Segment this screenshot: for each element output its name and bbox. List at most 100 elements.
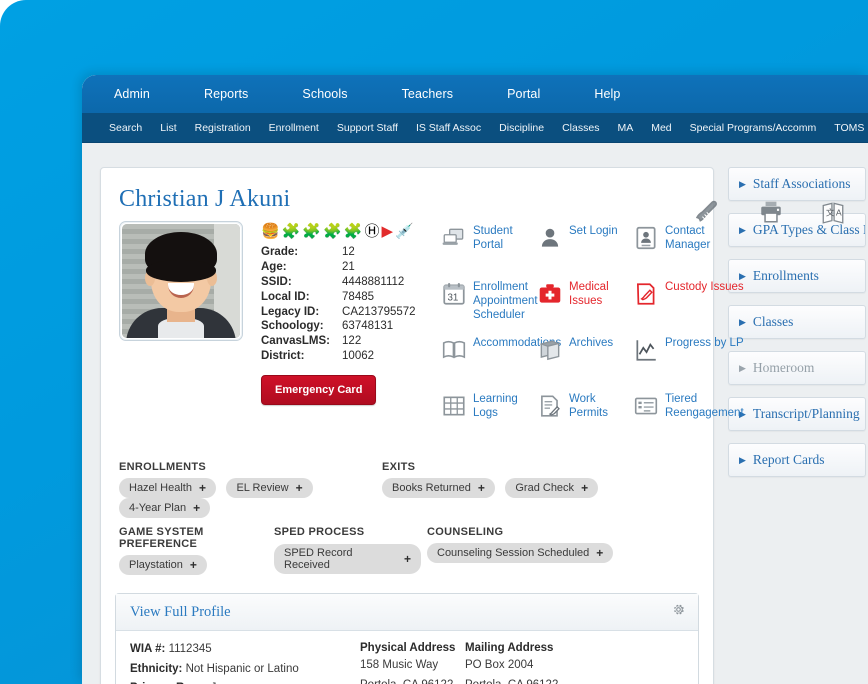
tag-add-icon[interactable]: + xyxy=(478,481,485,495)
tag-add-icon[interactable]: + xyxy=(581,481,588,495)
quick-link-archives[interactable]: Archives xyxy=(537,337,633,381)
student-photo[interactable] xyxy=(119,221,243,341)
nav-item-teachers[interactable]: Teachers xyxy=(388,87,468,101)
nav-item-schools[interactable]: Schools xyxy=(288,87,361,101)
tag-label: SPED Record Received xyxy=(284,547,353,571)
tag-group-counseling: COUNSELING Counseling Session Scheduled … xyxy=(427,518,619,575)
puzzle-red-badge[interactable]: 🧩 xyxy=(323,224,342,239)
progress-chart-icon xyxy=(633,337,659,363)
tag-add-icon[interactable]: + xyxy=(404,552,411,566)
mailing-address-block: Mailing Address PO Box 2004 Portola, CA … xyxy=(465,642,570,684)
subnav-item-list[interactable]: List xyxy=(151,122,185,134)
quick-link-student-portal[interactable]: Student Portal xyxy=(441,225,537,269)
quick-link-contact-manager[interactable]: Contact Manager xyxy=(633,225,751,269)
view-full-profile-panel: View Full Profile WIA #: 1112345 Ethnici… xyxy=(115,593,699,684)
tag-add-icon[interactable]: + xyxy=(190,558,197,572)
page-title: Christian J Akuni xyxy=(119,186,291,212)
subnav-item-enrollment[interactable]: Enrollment xyxy=(260,122,328,134)
svg-text:文: 文 xyxy=(826,206,835,217)
mailing-address-heading: Mailing Address xyxy=(465,642,554,654)
tag-list: Playstation + xyxy=(119,555,274,575)
tag-add-icon[interactable]: + xyxy=(296,481,303,495)
tag-group-heading: GAME SYSTEM PREFERENCE xyxy=(119,526,204,550)
tag-add-icon[interactable]: + xyxy=(199,481,206,495)
nav-item-admin[interactable]: Admin xyxy=(100,87,164,101)
subnav-item-search[interactable]: Search xyxy=(100,122,151,134)
archive-books-icon xyxy=(537,337,563,363)
detail-row-schoology: Schoology: 63748131 xyxy=(261,319,416,334)
subnav-item-registration[interactable]: Registration xyxy=(186,122,260,134)
meal-badge[interactable]: 🍔 xyxy=(261,224,280,239)
gear-icon[interactable] xyxy=(671,602,686,622)
tag-list: Books Returned + Grad Check + xyxy=(382,478,604,498)
quick-link-progress-by-lp[interactable]: Progress by LP xyxy=(633,337,751,381)
subnav-item-med[interactable]: Med xyxy=(642,122,680,134)
quick-link-label: Enrollment Appointment Scheduler xyxy=(473,281,538,321)
nav-item-reports[interactable]: Reports xyxy=(190,87,262,101)
tag-el-review[interactable]: EL Review + xyxy=(226,478,313,498)
subnav-item-is-staff-assoc[interactable]: IS Staff Assoc xyxy=(407,122,490,134)
student-portal-icon xyxy=(441,225,467,251)
detail-value: 21 xyxy=(342,261,355,274)
translate-icon[interactable]: 文 A xyxy=(820,199,846,230)
tag-4-year-plan[interactable]: 4-Year Plan + xyxy=(119,498,211,518)
quick-link-tiered-reengagement[interactable]: Tiered Reengagement xyxy=(633,393,751,437)
view-full-profile-link[interactable]: View Full Profile xyxy=(130,604,231,621)
detail-row-age: Age: 21 xyxy=(261,260,416,275)
subnav-item-special-programs[interactable]: Special Programs/Accomm xyxy=(681,122,826,134)
subnav-item-discipline[interactable]: Discipline xyxy=(490,122,553,134)
tag-group-heading: SPED PROCESS xyxy=(274,526,365,538)
tag-group-heading: ENROLLMENTS xyxy=(119,461,207,473)
detail-value: 122 xyxy=(342,335,362,348)
puzzle-yellow-badge[interactable]: 🧩 xyxy=(344,224,363,239)
sidebar-panel-label: Enrollments xyxy=(752,268,819,283)
quick-link-custody-issues[interactable]: Custody Issues xyxy=(633,281,751,325)
quick-link-accommodations[interactable]: Accommodations xyxy=(441,337,561,381)
subnav-item-toms[interactable]: TOMS xyxy=(825,122,868,134)
print-icon[interactable] xyxy=(758,199,784,230)
tag-counseling-session-scheduled[interactable]: Counseling Session Scheduled + xyxy=(427,543,614,563)
quick-link-label: Contact Manager xyxy=(665,225,711,251)
quick-link-enrollment-appointment-scheduler[interactable]: 31 Enrollment Appointment Scheduler xyxy=(441,281,538,325)
sidebar-panel-label: Homeroom xyxy=(752,360,815,375)
avatar xyxy=(122,224,240,338)
quick-link-set-login[interactable]: Set Login xyxy=(537,225,633,269)
tag-group-heading: EXITS xyxy=(382,461,416,473)
profile-fields: WIA #: 1112345 Ethnicity: Not Hispanic o… xyxy=(130,642,360,684)
tag-sped-record-received[interactable]: SPED Record Received + xyxy=(274,544,421,574)
tag-hazel-health[interactable]: Hazel Health + xyxy=(119,478,216,498)
sidebar-panel-staff-associations[interactable]: ▶ Staff Associations xyxy=(728,167,866,201)
emergency-card-button[interactable]: Emergency Card xyxy=(261,375,377,406)
quick-link-work-permits[interactable]: Work Permits xyxy=(537,393,633,437)
subnav-item-classes[interactable]: Classes xyxy=(553,122,608,134)
secondary-navigation-bar: Search List Registration Enrollment Supp… xyxy=(82,113,868,143)
sidebar-panel-report-cards[interactable]: ▶ Report Cards xyxy=(728,443,866,477)
sidebar-panel-label: Classes xyxy=(752,314,794,329)
subnav-item-ma[interactable]: MA xyxy=(608,122,642,134)
quick-link-label: Student Portal xyxy=(473,225,513,251)
tag-label: EL Review xyxy=(236,482,289,494)
puzzle-orange-badge[interactable]: 🧩 xyxy=(282,224,301,239)
quick-link-medical-issues[interactable]: Medical Issues xyxy=(537,281,633,325)
tag-add-icon[interactable]: + xyxy=(596,546,603,560)
quick-link-label: Learning Logs xyxy=(473,393,518,419)
quick-link-learning-logs[interactable]: Learning Logs xyxy=(441,393,537,437)
nav-item-portal[interactable]: Portal xyxy=(493,87,554,101)
nav-item-help[interactable]: Help xyxy=(580,87,634,101)
tag-add-icon[interactable]: + xyxy=(193,501,200,515)
detail-key: Legacy ID: xyxy=(261,305,320,318)
chevron-right-icon: ▶ xyxy=(739,454,746,465)
age-18-badge[interactable]: Ⓗ xyxy=(364,224,379,239)
tag-grad-check[interactable]: Grad Check + xyxy=(505,478,599,498)
puzzle-blue-badge[interactable]: 🧩 xyxy=(302,224,321,239)
primary-navigation-bar: Admin Reports Schools Teachers Portal He… xyxy=(82,75,868,113)
quick-links-grid: Student Portal Set Login Contact Manager… xyxy=(433,221,751,437)
play-badge[interactable]: ▶ xyxy=(381,224,393,239)
syringe-badge[interactable]: 💉 xyxy=(395,224,414,239)
quick-link-label: Medical Issues xyxy=(569,281,609,307)
tag-label: Hazel Health xyxy=(129,482,192,494)
tag-playstation[interactable]: Playstation + xyxy=(119,555,207,575)
tag-label: Playstation xyxy=(129,559,183,571)
subnav-item-support-staff[interactable]: Support Staff xyxy=(328,122,407,134)
tag-books-returned[interactable]: Books Returned + xyxy=(382,478,495,498)
